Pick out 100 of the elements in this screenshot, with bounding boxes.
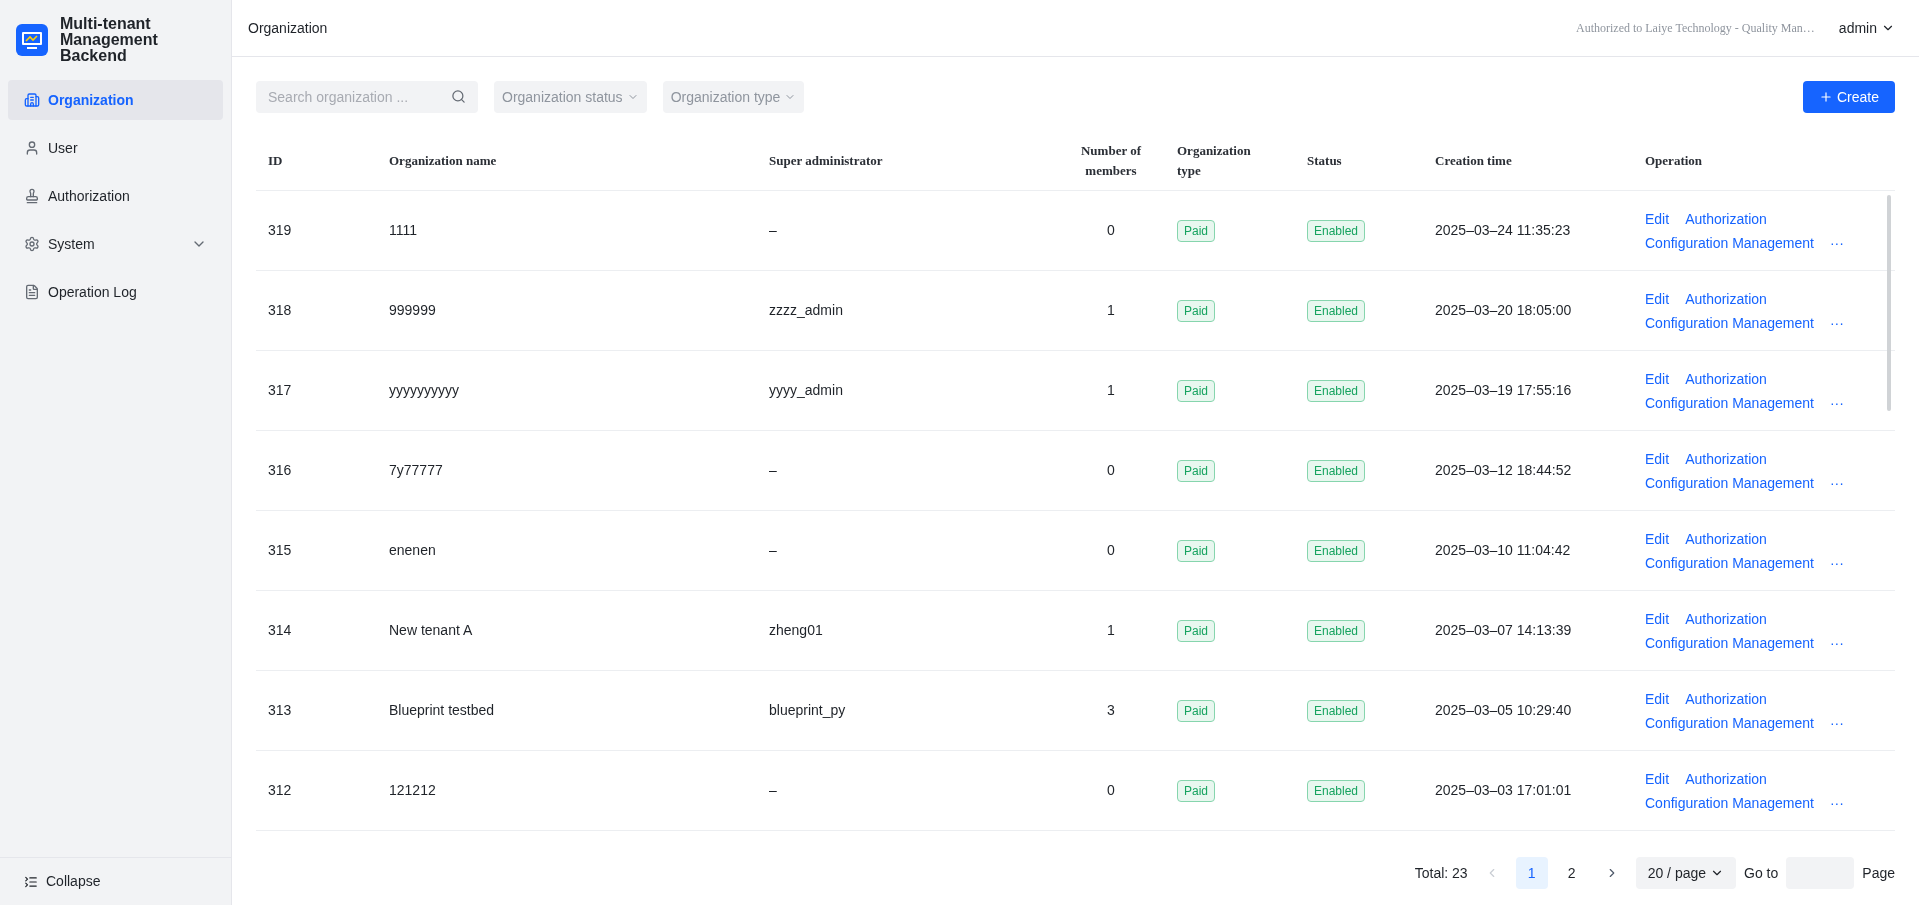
type-tag: Paid <box>1177 379 1216 402</box>
page-label: Page <box>1862 863 1895 883</box>
edit-link[interactable]: Edit <box>1645 286 1670 311</box>
authorization-link[interactable]: Authorization <box>1685 286 1767 311</box>
table-cell: 312 <box>268 782 292 798</box>
menu-icon <box>24 140 40 156</box>
configuration-link[interactable]: Configuration Management <box>1645 470 1814 495</box>
user-menu[interactable]: admin <box>1838 17 1895 39</box>
more-link[interactable]: ··· <box>1829 310 1844 335</box>
page-title: Organization <box>248 18 328 38</box>
table-cell: 313 <box>268 702 292 718</box>
more-link[interactable]: ··· <box>1829 230 1844 255</box>
status-tag: Enabled <box>1307 539 1366 562</box>
table-cell: 1 <box>1107 302 1115 318</box>
edit-link[interactable]: Edit <box>1645 766 1670 791</box>
table-cell: zheng01 <box>769 622 823 638</box>
type-tag: Paid <box>1177 779 1216 802</box>
sidebar-item[interactable]: Authorization <box>8 176 223 216</box>
table-cell: 2025–03–10 11:04:42 <box>1435 542 1571 558</box>
search-icon <box>451 89 466 104</box>
configuration-link[interactable]: Configuration Management <box>1645 310 1814 335</box>
table-cell: – <box>769 222 777 238</box>
sidebar-item[interactable]: Organization <box>8 80 223 120</box>
collapse-button[interactable]: Collapse <box>24 871 101 892</box>
type-tag: Paid <box>1177 699 1216 722</box>
column-header: Organization name <box>389 151 497 170</box>
table-cell: 1 <box>1107 622 1115 638</box>
status-tag: Enabled <box>1307 779 1366 802</box>
table-cell: yyyyyyyyyy <box>389 382 459 398</box>
type-tag: Paid <box>1177 219 1216 242</box>
configuration-link[interactable]: Configuration Management <box>1645 230 1814 255</box>
authorization-link[interactable]: Authorization <box>1685 526 1767 551</box>
table-cell: yyyy_admin <box>769 382 843 398</box>
table-cell: 314 <box>268 622 292 638</box>
configuration-link[interactable]: Configuration Management <box>1645 550 1814 575</box>
plus-icon <box>1818 90 1833 104</box>
table-cell: 1 <box>1107 382 1115 398</box>
table-cell: 2025–03–12 18:44:52 <box>1435 462 1572 478</box>
table-cell: 2025–03–03 17:01:01 <box>1435 782 1572 798</box>
table-cell: blueprint_py <box>769 702 846 718</box>
table-cell: 7y77777 <box>389 462 443 478</box>
status-tag: Enabled <box>1307 219 1366 242</box>
edit-link[interactable]: Edit <box>1645 366 1670 391</box>
authorization-link[interactable]: Authorization <box>1685 606 1767 631</box>
column-header: Status <box>1307 151 1342 170</box>
scrollbar[interactable] <box>1887 195 1891 411</box>
sidebar-item[interactable]: Operation Log <box>8 272 223 312</box>
configuration-link[interactable]: Configuration Management <box>1645 390 1814 415</box>
sidebar-item[interactable]: User <box>8 128 223 168</box>
table-cell: 2025–03–07 14:13:39 <box>1435 622 1572 638</box>
more-link[interactable]: ··· <box>1829 790 1844 815</box>
authorization-link[interactable]: Authorization <box>1685 206 1767 231</box>
table-cell: 315 <box>268 542 292 558</box>
table-cell: 0 <box>1107 782 1115 798</box>
more-link[interactable]: ··· <box>1829 630 1844 655</box>
filter-dropdown[interactable]: Organization type <box>662 81 805 113</box>
edit-link[interactable]: Edit <box>1645 606 1670 631</box>
table-cell: enenen <box>389 542 436 558</box>
table-cell: 317 <box>268 382 292 398</box>
type-tag: Paid <box>1177 619 1216 642</box>
total-count: Total: 23 <box>1414 863 1468 883</box>
table-cell: 2025–03–19 17:55:16 <box>1435 382 1572 398</box>
edit-link[interactable]: Edit <box>1645 686 1670 711</box>
filter-dropdown[interactable]: Organization status <box>494 81 647 113</box>
table-cell: – <box>769 782 777 798</box>
page-button[interactable]: 1 <box>1515 857 1548 889</box>
menu-icon <box>24 236 40 252</box>
search-field[interactable]: Search organization ... <box>256 81 478 113</box>
more-link[interactable]: ··· <box>1829 390 1844 415</box>
type-tag: Paid <box>1177 539 1216 562</box>
table-cell: 2025–03–20 18:05:00 <box>1435 302 1572 318</box>
edit-link[interactable]: Edit <box>1645 446 1670 471</box>
status-tag: Enabled <box>1307 459 1366 482</box>
more-link[interactable]: ··· <box>1829 710 1844 735</box>
page-button[interactable]: 2 <box>1555 857 1588 889</box>
edit-link[interactable]: Edit <box>1645 206 1670 231</box>
table-cell: zzzz_admin <box>769 302 843 318</box>
more-link[interactable]: ··· <box>1829 550 1844 575</box>
more-link[interactable]: ··· <box>1829 470 1844 495</box>
authorization-link[interactable]: Authorization <box>1685 366 1767 391</box>
sidebar-item[interactable]: System <box>8 224 223 264</box>
authorization-link[interactable]: Authorization <box>1685 766 1767 791</box>
configuration-link[interactable]: Configuration Management <box>1645 790 1814 815</box>
page-size-dropdown[interactable]: 20 / page <box>1635 857 1737 889</box>
table-cell: 2025–03–24 11:35:23 <box>1435 222 1571 238</box>
column-header: Creation time <box>1435 151 1512 170</box>
status-tag: Enabled <box>1307 619 1366 642</box>
status-tag: Enabled <box>1307 299 1366 322</box>
menu-icon <box>24 92 40 108</box>
edit-link[interactable]: Edit <box>1645 526 1670 551</box>
configuration-link[interactable]: Configuration Management <box>1645 710 1814 735</box>
create-button[interactable]: Create <box>1802 81 1895 113</box>
authorization-link[interactable]: Authorization <box>1685 686 1767 711</box>
configuration-link[interactable]: Configuration Management <box>1645 630 1814 655</box>
table-cell: 319 <box>268 222 292 238</box>
authorization-link[interactable]: Authorization <box>1685 446 1767 471</box>
monitor-logo-icon <box>16 24 48 56</box>
table-cell: Blueprint testbed <box>389 702 495 718</box>
table-cell: 316 <box>268 462 292 478</box>
table-cell: 999999 <box>389 302 436 318</box>
